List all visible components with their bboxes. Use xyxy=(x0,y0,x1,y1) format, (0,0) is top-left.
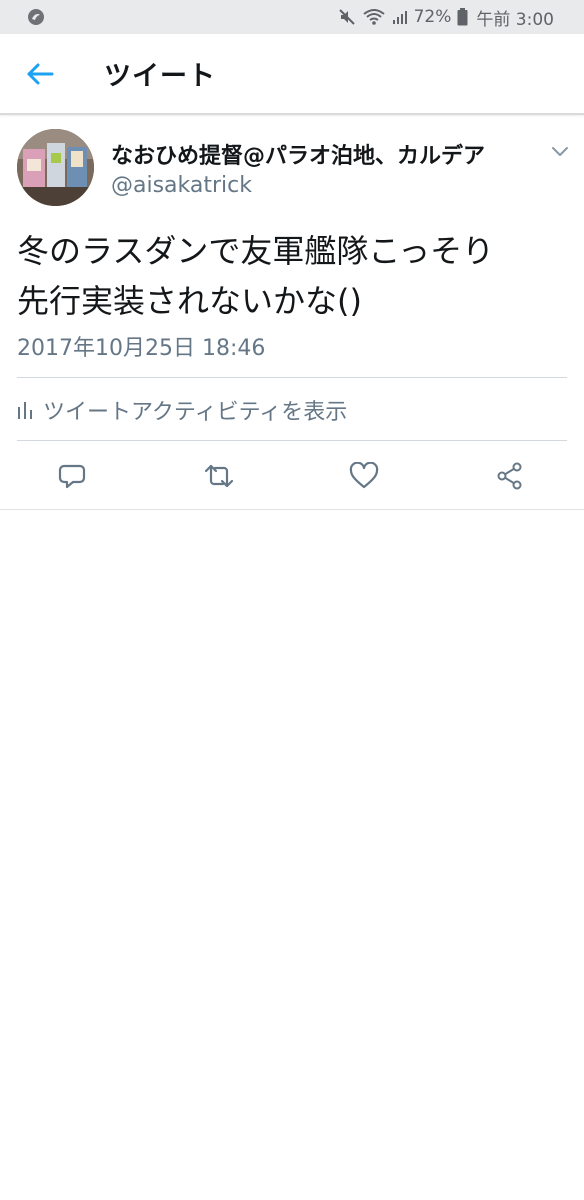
display-name[interactable]: なおひめ提督@パラオ泊地、カルデア xyxy=(111,138,485,170)
tweet-timestamp[interactable]: 2017年10月25日 18:46 xyxy=(17,330,265,362)
back-arrow-icon xyxy=(27,63,54,85)
back-button[interactable] xyxy=(20,58,60,90)
activity-label: ツイートアクティビティを表示 xyxy=(43,400,348,425)
analytics-icon xyxy=(18,402,32,419)
status-indicators: 72% 午前 3:00 xyxy=(338,0,554,34)
app-bar: ツイート xyxy=(0,34,584,115)
retweet-button[interactable] xyxy=(199,456,239,496)
status-bar: 72% 午前 3:00 xyxy=(0,0,584,34)
battery-percent: 72% xyxy=(413,7,452,27)
tweet-text-line: 冬のラスダンで友軍艦隊こっそり xyxy=(17,232,495,270)
divider xyxy=(17,377,567,378)
reply-button[interactable] xyxy=(52,456,92,496)
wifi-icon xyxy=(362,9,385,25)
avatar-image xyxy=(17,129,94,206)
app-notification-icon xyxy=(28,9,44,25)
tweet-text: 冬のラスダンで友軍艦隊こっそり 先行実装されないかな() xyxy=(17,226,572,326)
share-button[interactable] xyxy=(490,456,530,496)
share-icon xyxy=(497,462,522,490)
tweet-text-line: 先行実装されないかな() xyxy=(17,282,362,320)
divider xyxy=(17,440,567,441)
retweet-icon xyxy=(204,464,234,488)
divider xyxy=(0,509,584,510)
user-handle[interactable]: @aisakatrick xyxy=(111,173,252,198)
avatar[interactable] xyxy=(17,129,94,206)
page-title: ツイート xyxy=(104,61,216,92)
tweet-actions xyxy=(0,456,584,496)
battery-icon xyxy=(457,8,468,26)
tweet-activity-link[interactable]: ツイートアクティビティを表示 xyxy=(17,392,347,428)
status-time: 午前 3:00 xyxy=(476,9,554,30)
like-button[interactable] xyxy=(344,456,384,496)
mute-icon xyxy=(338,9,355,25)
chevron-down-icon xyxy=(552,147,568,156)
signal-icon xyxy=(392,11,407,24)
reply-icon xyxy=(58,464,86,489)
heart-icon xyxy=(349,462,379,489)
tweet-menu-button[interactable] xyxy=(548,142,572,162)
